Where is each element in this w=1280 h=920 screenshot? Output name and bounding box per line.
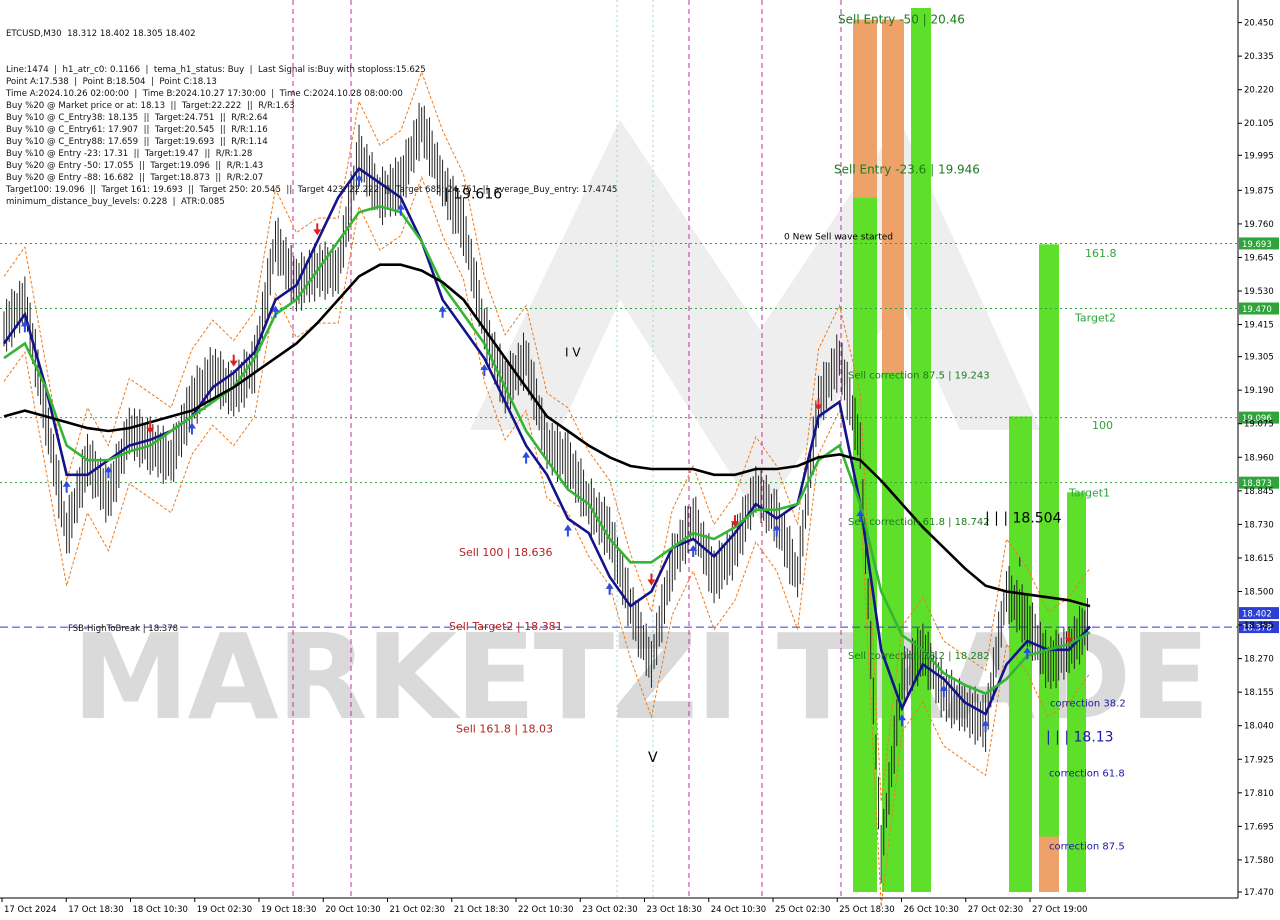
price-tick-label: 19.305 [1244,353,1274,363]
info-line: Buy %20 @ Entry -50: 17.055 || Target:19… [6,161,264,171]
info-line: Buy %20 @ Market price or at: 18.13 || T… [6,101,295,111]
time-tick-label: 21 Oct 18:30 [454,905,509,915]
price-tick-label: 18.845 [1244,487,1274,497]
time-tick-label: 24 Oct 10:30 [711,905,766,915]
zone-bar [1039,244,1059,892]
chart-annotation: | | | 18.13 [1046,729,1114,745]
chart-annotation: 0 New Sell wave started [784,233,893,243]
zone-bar [911,8,931,892]
price-tick-label: 19.995 [1244,151,1274,161]
price-tick-label: 18.385 [1244,621,1274,631]
chart-annotation: 161.8 [1085,247,1117,260]
chart-annotation: correction 61.8 [1049,768,1125,779]
chart-annotation: Sell Entry -50 | 20.46 [838,13,965,27]
price-tick-label: 18.155 [1244,688,1274,698]
level-price-label: 19.470 [1242,305,1272,315]
time-tick-label: 23 Oct 02:30 [582,905,637,915]
chart-annotation: Sell correction 61.8 | 18.742 [848,517,990,528]
chart-annotation: Sell Target2 | 18.381 [449,620,563,633]
price-tick-label: 17.925 [1244,755,1274,765]
price-tick-label: 20.220 [1244,86,1274,96]
price-tick-label: 17.470 [1244,888,1274,898]
level-price-label: 19.693 [1242,240,1272,250]
info-line: Buy %10 @ C_Entry61: 17.907 || Target:20… [6,125,268,135]
price-tick-label: 20.335 [1244,52,1274,62]
time-tick-label: 19 Oct 18:30 [261,905,316,915]
chart-annotation: Sell 161.8 | 18.03 [456,723,553,736]
time-tick-label: 27 Oct 02:30 [968,905,1023,915]
chart-annotation: Sell correction 87.5 | 19.243 [848,371,990,382]
price-tick-label: 17.810 [1244,789,1274,799]
chart-annotation: I [1018,555,1022,569]
price-tick-label: 20.105 [1244,119,1274,129]
chart-annotation: 100 [1092,419,1113,432]
chart-annotation: correction 87.5 [1049,841,1125,852]
price-tick-label: 18.730 [1244,520,1274,530]
info-line: Point A:17.538 | Point B:18.504 | Point … [6,77,217,87]
chart-annotation: Sell 100 | 18.636 [459,546,553,559]
price-tick-label: 18.040 [1244,722,1274,732]
time-tick-label: 20 Oct 10:30 [325,905,380,915]
info-line: Buy %10 @ Entry -23: 17.31 || Target:19.… [6,149,253,159]
chart-annotation: correction 38.2 [1050,698,1126,709]
price-tick-label: 19.075 [1244,420,1274,430]
info-line: Time A:2024.10.26 02:00:00 | Time B:2024… [6,89,403,99]
info-line: minimum_distance_buy_levels: 0.228 | ATR… [6,197,225,207]
info-line: Line:1474 | h1_atr_c0: 0.1166 | tema_h1_… [6,65,426,75]
chart-window[interactable]: MARKETZI TRADE19.69319.47019.09618.87318… [0,0,1280,920]
info-line: Target100: 19.096 || Target 161: 19.693 … [6,185,618,195]
price-tick-label: 18.500 [1244,587,1274,597]
time-tick-label: 25 Oct 02:30 [775,905,830,915]
info-line: Buy %10 @ C_Entry38: 18.135 || Target:24… [6,113,268,123]
zone-bar [882,19,904,373]
time-tick-label: 25 Oct 18:30 [839,905,894,915]
price-tick-label: 19.760 [1244,220,1274,230]
info-panel: ETCUSD,M30 18.312 18.402 18.305 18.402 L… [6,4,617,207]
chart-annotation: Target1 [1068,486,1110,499]
info-line: Buy %20 @ Entry -88: 16.682 || Target:18… [6,173,264,183]
chart-annotation: | | | 18.504 [985,511,1062,527]
info-line: Buy %10 @ C_Entry88: 17.659 || Target:19… [6,137,268,147]
price-tick-label: 18.270 [1244,655,1274,665]
chart-annotation: Sell Entry -23.6 | 19.946 [834,163,980,177]
price-tick-label: 20.450 [1244,19,1274,29]
price-tick-label: 19.415 [1244,321,1274,331]
time-tick-label: 18 Oct 10:30 [133,905,188,915]
price-tick-label: 19.530 [1244,287,1274,297]
price-tick-label: 19.645 [1244,253,1274,263]
price-tick-label: 17.580 [1244,856,1274,866]
price-tick-label: 19.875 [1244,186,1274,196]
chart-annotation: Sell correction 38.2 | 18.282 [848,651,990,662]
time-tick-label: 17 Oct 18:30 [68,905,123,915]
info-lines: Line:1474 | h1_atr_c0: 0.1166 | tema_h1_… [6,64,617,207]
symbol-line: ETCUSD,M30 18.312 18.402 18.305 18.402 [6,29,196,39]
last-price-label: 18.402 [1242,610,1272,620]
price-tick-label: 17.695 [1244,822,1274,832]
time-tick-label: 23 Oct 18:30 [647,905,702,915]
time-tick-label: 19 Oct 02:30 [197,905,252,915]
time-tick-label: 26 Oct 10:30 [904,905,959,915]
chart-annotation: Target2 [1074,311,1116,324]
price-tick-label: 18.615 [1244,554,1274,564]
price-tick-label: 19.190 [1244,386,1274,396]
chart-annotation: I V [565,345,581,359]
time-tick-label: 21 Oct 02:30 [390,905,445,915]
price-tick-label: 18.960 [1244,453,1274,463]
chart-annotation: FSB-HighToBreak | 18.378 [68,624,178,634]
time-tick-label: 17 Oct 2024 [4,905,57,915]
time-tick-label: 22 Oct 10:30 [518,905,573,915]
chart-annotation: V [648,750,658,766]
time-tick-label: 27 Oct 19:00 [1032,905,1087,915]
